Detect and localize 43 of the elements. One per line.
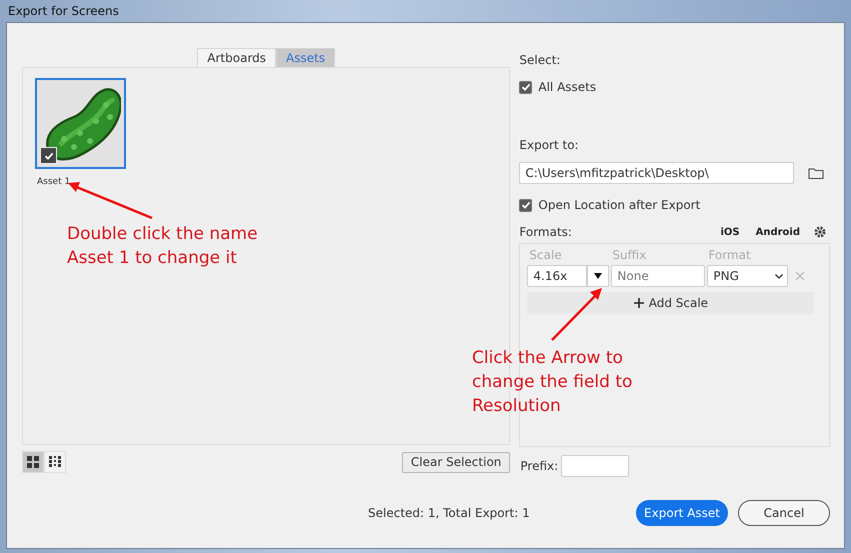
column-header: Scale: [529, 248, 563, 262]
preset-button[interactable]: iOS: [712, 226, 748, 238]
annotation-text: Click the Arrow to change the field to Resolution: [472, 347, 632, 418]
column-header: Suffix: [612, 248, 648, 262]
add-scale-button[interactable]: Add Scale: [527, 292, 814, 314]
caret-icon: [594, 273, 602, 279]
export-button[interactable]: Export Asset: [636, 500, 728, 526]
preset-button[interactable]: Android: [748, 226, 808, 238]
asset-name[interactable]: Asset 1: [37, 177, 498, 187]
open-location-checkbox[interactable]: [519, 198, 532, 212]
formats-label: Formats:: [519, 225, 572, 239]
chevron-icon: [775, 274, 784, 278]
all-assets-checkbox[interactable]: [519, 80, 532, 94]
annotation-arrow: [550, 286, 604, 342]
cancel-button[interactable]: Cancel: [738, 500, 830, 526]
all-assets-label: All Assets: [538, 80, 596, 94]
window-title: Export for Screens: [8, 4, 119, 18]
export-to-label: Export to:: [519, 138, 579, 152]
check-icon: [520, 200, 531, 210]
clear-selection-button[interactable]: Clear Selection: [402, 452, 510, 472]
grid-icon: [27, 456, 39, 468]
folder-icon[interactable]: [808, 167, 824, 179]
column-header: Format: [708, 248, 752, 262]
asset-checkbox[interactable]: [40, 147, 57, 164]
scale-dropdown-button[interactable]: [587, 265, 610, 287]
check-icon: [520, 82, 531, 92]
open-location-label: Open Location after Export: [538, 198, 700, 212]
scale-field[interactable]: 4.16x: [527, 265, 588, 287]
prefix-label: Prefix:: [520, 459, 558, 473]
settings-icon[interactable]: [814, 226, 826, 238]
export-path-field[interactable]: C:\Users\mfitzpatrick\Desktop\: [519, 162, 794, 184]
check-icon: [44, 150, 54, 160]
list-icon: [49, 456, 61, 468]
view-toggle[interactable]: [22, 451, 44, 473]
view-toggle[interactable]: [44, 451, 66, 473]
suffix-field[interactable]: None: [611, 265, 706, 287]
prefix-field[interactable]: [561, 455, 630, 477]
format-select[interactable]: PNG: [707, 265, 788, 287]
export-summary: Selected: 1, Total Export: 1: [368, 506, 531, 520]
plus-icon: [634, 298, 644, 308]
tab[interactable]: Artboards: [197, 48, 276, 67]
annotation-text: Double click the name Asset 1 to change it: [67, 223, 258, 270]
select-label: Select:: [519, 53, 562, 67]
